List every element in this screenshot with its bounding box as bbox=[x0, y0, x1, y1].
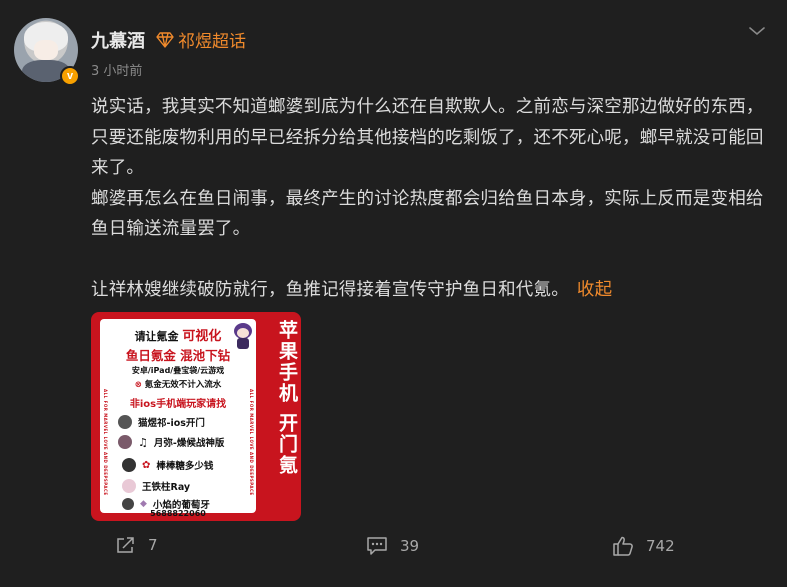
promo-line5: 非ios手机端玩家请找 bbox=[129, 399, 227, 410]
share-icon bbox=[117, 537, 134, 553]
mini-avatar bbox=[122, 479, 136, 493]
comment-count: 39 bbox=[400, 537, 420, 555]
music-note-icon: ♫ bbox=[138, 435, 148, 449]
like-count: 742 bbox=[646, 537, 675, 555]
paragraph: 螂婆再怎么在鱼日闹事，最终产生的讨论热度都会归给鱼日本身，实际上反而是变相给鱼日… bbox=[91, 188, 764, 240]
promo-row: 王铁柱Ray bbox=[122, 479, 190, 493]
diamond-icon bbox=[156, 31, 174, 48]
promo-line1b: 可视化 bbox=[182, 329, 222, 344]
paragraph-last: 让祥林嫂继续破防就行，鱼推记得接着宣传守护鱼日和代氪。 收起 bbox=[91, 275, 771, 306]
promo-line4-wrap: ⊗ 氪金无效不计入流水 bbox=[100, 378, 256, 390]
no-entry-icon: ⊗ bbox=[134, 380, 142, 390]
verified-badge-icon: v bbox=[60, 66, 80, 86]
topic-link[interactable]: 祁煜超话 bbox=[156, 27, 246, 52]
candy-icon: ✿ bbox=[142, 459, 151, 471]
paragraph: 说实话，我其实不知道螂婆到底为什么还在自欺欺人。之前恋与深空那边做好的东西，只要… bbox=[91, 97, 764, 178]
post-content: 说实话，我其实不知道螂婆到底为什么还在自欺欺人。之前恋与深空那边做好的东西，只要… bbox=[91, 92, 771, 306]
post-time[interactable]: 3 小时前 bbox=[91, 60, 142, 79]
mini-avatar bbox=[122, 458, 136, 472]
mini-avatar bbox=[118, 415, 132, 429]
topic-label: 祁煜超话 bbox=[178, 32, 246, 52]
post-image[interactable]: ALL FOR MARVEL LOVE AND DEEPSPACE ALL FO… bbox=[91, 312, 301, 521]
promo-row-label: 月弥-燥候战神版 bbox=[153, 438, 225, 449]
promo-row: ♫ 月弥-燥候战神版 bbox=[118, 435, 224, 449]
share-count: 7 bbox=[148, 536, 158, 554]
share-button[interactable]: 7 bbox=[116, 536, 158, 554]
weibo-post: v 九慕酒 祁煜超话 3 小时前 说实话，我其实不知道螂婆到底为什么还在自欺欺人… bbox=[0, 0, 787, 587]
promo-panel: ALL FOR MARVEL LOVE AND DEEPSPACE ALL FO… bbox=[100, 319, 256, 518]
promo-row-label: 王铁柱Ray bbox=[142, 482, 191, 493]
promo-line2: 鱼日氪金 混池下钻 bbox=[125, 348, 231, 363]
promo-row-label: 棒棒糖多少钱 bbox=[156, 461, 214, 472]
promo-row-label: 猫煜祁-ios开门 bbox=[138, 418, 205, 429]
paragraph-last-text: 让祥林嫂继续破防就行，鱼推记得接着宣传守护鱼日和代氪。 bbox=[91, 280, 569, 300]
comment-icon bbox=[367, 537, 387, 555]
promo-line4: 氪金无效不计入流水 bbox=[144, 380, 222, 390]
grape-icon: ◆ bbox=[140, 499, 147, 509]
chevron-down-icon[interactable] bbox=[748, 24, 766, 38]
mini-avatar bbox=[118, 435, 132, 449]
promo-side-text: 苹果手机 开门氪 bbox=[276, 320, 298, 476]
promo-line1: 请让氪金 可视化 bbox=[100, 325, 256, 344]
collapse-link[interactable]: 收起 bbox=[577, 280, 612, 300]
promo-line3: 安卓/iPad/叠宝袋/云游戏 bbox=[131, 366, 225, 375]
comment-button[interactable]: 39 bbox=[366, 536, 419, 556]
like-button[interactable]: 742 bbox=[612, 536, 675, 556]
thumbs-up-icon bbox=[613, 536, 633, 556]
promo-line1a: 请让氪金 bbox=[134, 330, 179, 343]
promo-phone: 5688822060 bbox=[150, 509, 206, 518]
promo-row: ✿ 棒棒糖多少钱 bbox=[122, 458, 213, 472]
promo-row: 猫煜祁-ios开门 bbox=[118, 415, 205, 429]
author-name[interactable]: 九慕酒 bbox=[91, 27, 145, 53]
